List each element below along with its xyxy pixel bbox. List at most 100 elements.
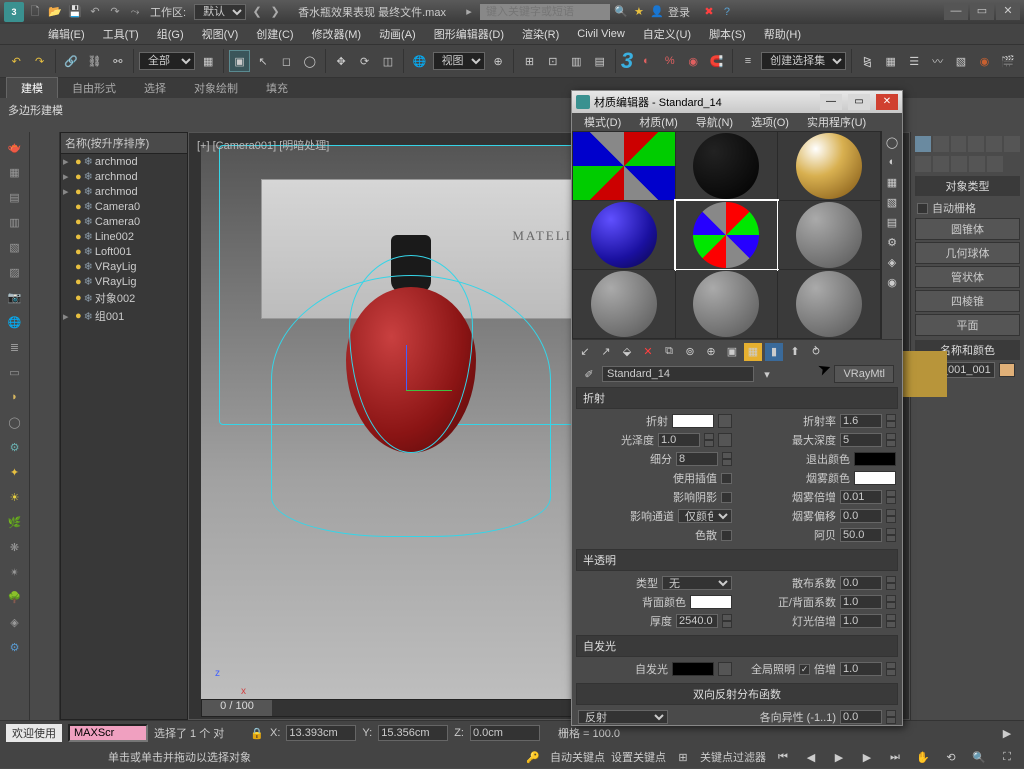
outliner-row[interactable]: ●❄对象002	[61, 289, 187, 307]
pctsnap-icon[interactable]: %	[660, 50, 680, 72]
menu-graph[interactable]: 图形编辑器(D)	[426, 24, 512, 44]
filter-select[interactable]: 全部	[139, 52, 195, 70]
key-icon[interactable]: 🔑	[522, 746, 544, 768]
mult-input[interactable]	[840, 662, 882, 676]
eyedropper-icon[interactable]: ✐	[580, 365, 598, 383]
ref-icon[interactable]: 🌐	[409, 50, 429, 72]
mat-slot[interactable]	[778, 270, 880, 338]
select-icon[interactable]: ◈	[883, 253, 901, 271]
rollout-brdf[interactable]: 双向反射分布函数	[576, 683, 898, 705]
sphere-icon[interactable]: 🌐	[3, 311, 27, 333]
coord-y-input[interactable]	[378, 725, 448, 741]
tab-fill[interactable]: 填充	[252, 78, 302, 98]
mat-menu-options[interactable]: 选项(O)	[743, 112, 797, 132]
outliner-row[interactable]: ●❄Line002	[61, 229, 187, 244]
next-frame-icon[interactable]: ▶	[856, 746, 878, 768]
tab-model[interactable]: 建模	[6, 77, 58, 98]
keyfilter-button[interactable]: 关键点过滤器	[700, 749, 766, 765]
menu-create[interactable]: 创建(C)	[248, 24, 301, 44]
fogbias-input[interactable]	[840, 509, 882, 523]
open-icon[interactable]: 📂	[48, 5, 62, 19]
object-color-swatch[interactable]	[999, 363, 1015, 377]
menu-custom[interactable]: 自定义(U)	[635, 24, 699, 44]
login-link[interactable]: 登录	[668, 4, 690, 20]
undo-icon[interactable]: ↶	[6, 50, 26, 72]
new-icon[interactable]: 🗋	[28, 5, 42, 19]
rect-icon[interactable]: ◻	[276, 50, 296, 72]
show-map-icon[interactable]: ▦	[744, 343, 762, 361]
menu-anim[interactable]: 动画(A)	[371, 24, 424, 44]
mat-slot[interactable]	[778, 132, 880, 200]
cmd-modify-icon[interactable]	[933, 136, 949, 152]
map-button[interactable]	[718, 433, 732, 447]
menu-render[interactable]: 渲染(R)	[514, 24, 567, 44]
material-icon[interactable]: ◉	[974, 50, 994, 72]
primitive-button[interactable]: 平面	[915, 314, 1020, 336]
outliner-row[interactable]: ●❄Loft001	[61, 244, 187, 259]
outliner-row[interactable]: ▸●❄archmod	[61, 154, 187, 169]
grid-icon[interactable]: ▦	[3, 161, 27, 183]
primitive-button[interactable]: 管状体	[915, 266, 1020, 288]
interp-check[interactable]	[721, 473, 732, 484]
select-icon[interactable]: ▣	[229, 50, 249, 72]
spinner[interactable]	[704, 433, 714, 447]
mat-slot-active[interactable]	[676, 201, 778, 269]
spinner[interactable]	[886, 528, 896, 542]
spinner[interactable]	[886, 509, 896, 523]
spinner[interactable]	[886, 595, 896, 609]
outliner-row[interactable]: ▸●❄archmod	[61, 184, 187, 199]
outliner-row[interactable]: ●❄VRayLig	[61, 259, 187, 274]
disp-check[interactable]	[721, 530, 732, 541]
panel-icon[interactable]: ▥	[3, 211, 27, 233]
brdf-select[interactable]: 反射	[578, 710, 668, 724]
curve-icon[interactable]: 〰	[927, 50, 947, 72]
chevron-right-icon[interactable]: ❯	[268, 5, 282, 19]
search-input[interactable]	[480, 4, 610, 20]
subdiv-input[interactable]	[676, 452, 718, 466]
tab-select[interactable]: 选择	[130, 78, 180, 98]
spinner[interactable]	[886, 662, 896, 676]
mtl-icon[interactable]: ◉	[883, 273, 901, 291]
uv-icon[interactable]: ▧	[883, 193, 901, 211]
maxdepth-input[interactable]	[840, 433, 882, 447]
undo-icon[interactable]: ↶	[88, 5, 102, 19]
spinner[interactable]	[886, 490, 896, 504]
snap3-icon[interactable]: 3	[621, 48, 633, 74]
layer-icon[interactable]: ☰	[904, 50, 924, 72]
dropdown-icon[interactable]: ▾	[758, 365, 776, 383]
tree-icon[interactable]: 🌳	[3, 586, 27, 608]
rollout-selfillum[interactable]: 自发光	[576, 635, 898, 657]
workspace-select[interactable]: 默认	[194, 4, 246, 20]
spinner[interactable]	[886, 433, 896, 447]
mat-menu-material[interactable]: 材质(M)	[631, 112, 686, 132]
mat-menu-util[interactable]: 实用程序(U)	[799, 112, 874, 132]
help-icon[interactable]: ?	[720, 5, 734, 19]
spinsnap-icon[interactable]: ◉	[683, 50, 703, 72]
unlink-icon[interactable]: ⛓	[84, 50, 104, 72]
fogmult-input[interactable]	[840, 490, 882, 504]
spinner[interactable]	[886, 614, 896, 628]
snap-icon[interactable]: ⊡	[543, 50, 563, 72]
cat-cam-icon[interactable]	[969, 156, 985, 172]
teapot-icon[interactable]: 🫖	[3, 136, 27, 158]
outliner-row[interactable]: ●❄Camera0	[61, 199, 187, 214]
align-icon[interactable]: ▦	[881, 50, 901, 72]
ior-input[interactable]	[840, 414, 882, 428]
gloss-input[interactable]	[658, 433, 700, 447]
scale-icon[interactable]: ◫	[378, 50, 398, 72]
copy-icon[interactable]: ⧉	[660, 343, 678, 361]
goto-end-icon[interactable]: ⏭	[884, 746, 906, 768]
redo-icon[interactable]: ↷	[29, 50, 49, 72]
sample-type-icon[interactable]: ◯	[883, 133, 901, 151]
tab-freeform[interactable]: 自由形式	[58, 78, 130, 98]
mirror-icon[interactable]: ⧎	[857, 50, 877, 72]
cmd-motion-icon[interactable]	[968, 136, 984, 152]
primitive-button[interactable]: 四棱锥	[915, 290, 1020, 312]
orbit-icon[interactable]: ⟲	[940, 746, 962, 768]
namedsel-icon[interactable]: ≡	[738, 50, 758, 72]
primitive-button[interactable]: 圆锥体	[915, 218, 1020, 240]
link-icon[interactable]: ⤳	[128, 5, 142, 19]
mat-slot[interactable]	[573, 270, 675, 338]
x-icon[interactable]: ✖	[702, 5, 716, 19]
save-icon[interactable]: 💾	[68, 5, 82, 19]
